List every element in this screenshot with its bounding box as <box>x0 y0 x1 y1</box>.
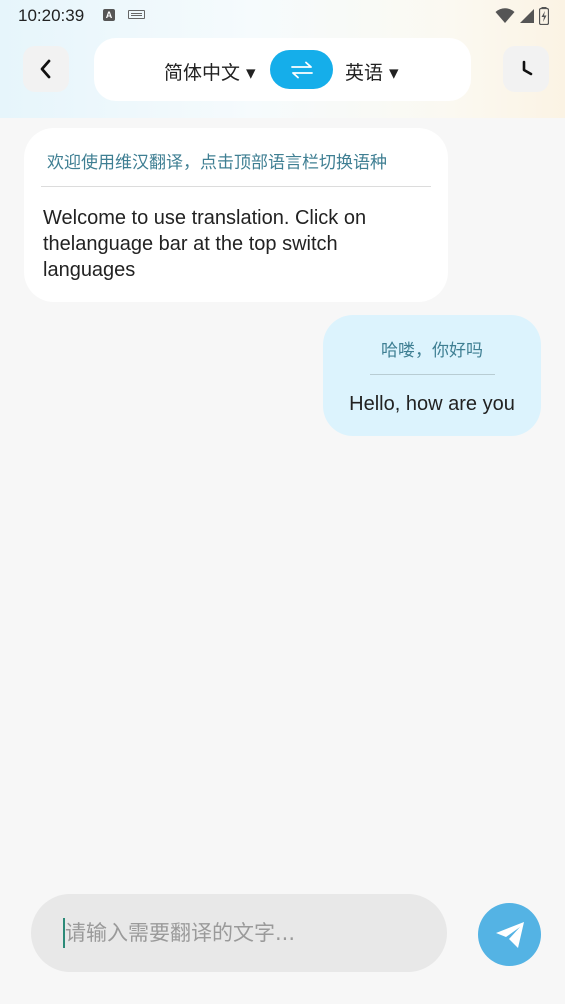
signal-icon <box>520 9 534 23</box>
paper-plane-send-icon <box>495 921 524 948</box>
wifi-icon <box>495 8 515 23</box>
history-button[interactable] <box>503 46 549 92</box>
message-source-text: 欢迎使用维汉翻译，点击顶部语言栏切换语种 <box>47 153 387 173</box>
language-bar: 简体中文 ▾ 英语 ▾ <box>94 38 471 101</box>
a-app-icon: A <box>103 9 115 21</box>
chevron-left-icon <box>40 59 51 79</box>
send-button[interactable] <box>478 903 541 966</box>
status-time: 10:20:39 <box>18 6 85 25</box>
keyboard-icon <box>128 10 145 19</box>
translation-input-container <box>31 894 447 972</box>
swap-languages-button[interactable] <box>270 50 333 89</box>
translation-input[interactable] <box>65 913 425 953</box>
user-message-bubble[interactable]: 哈喽，你好吗 Hello, how are you <box>323 315 541 436</box>
target-language-selector[interactable]: 英语 ▾ <box>345 58 399 85</box>
clock-icon <box>522 60 533 76</box>
message-translated-text: Hello, how are you <box>349 393 515 415</box>
message-divider <box>41 186 431 187</box>
back-button[interactable] <box>23 46 69 92</box>
message-source-text: 哈喽，你好吗 <box>381 341 483 361</box>
system-message-bubble: 欢迎使用维汉翻译，点击顶部语言栏切换语种 Welcome to use tran… <box>24 128 448 302</box>
message-translated-text: Welcome to use translation. Click on the… <box>43 207 367 281</box>
message-divider <box>370 374 495 375</box>
swap-arrows-icon <box>290 61 313 78</box>
status-bar: 10:20:39 A <box>0 0 565 32</box>
battery-charging-icon <box>539 7 549 25</box>
status-icons <box>495 6 549 26</box>
source-language-selector[interactable]: 简体中文 ▾ <box>164 58 256 85</box>
